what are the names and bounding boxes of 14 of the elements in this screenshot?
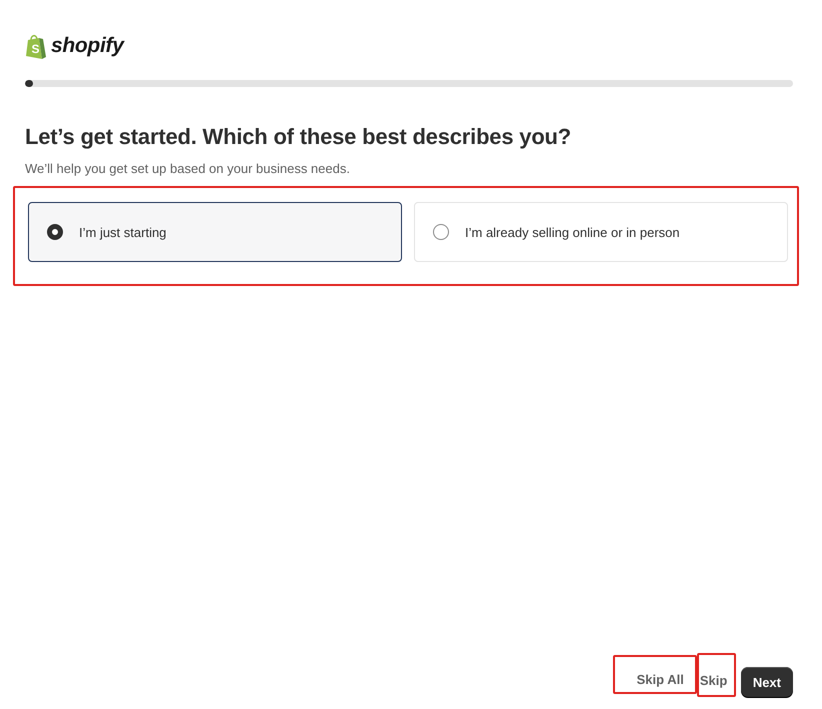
skip-link[interactable]: Skip bbox=[700, 673, 728, 689]
choice-card[interactable]: I’m just starting bbox=[28, 202, 402, 262]
brand-wordmark: shopify bbox=[51, 33, 124, 59]
radio-icon[interactable] bbox=[47, 224, 63, 240]
choice-label: I’m already selling online or in person bbox=[465, 224, 680, 240]
choice-label: I’m just starting bbox=[79, 224, 166, 240]
page-heading: Let’s get started. Which of these best describes you? bbox=[25, 123, 572, 151]
shopping-bag-icon bbox=[25, 34, 47, 58]
logo-letter: S bbox=[30, 42, 40, 56]
skip-link[interactable]: Skip All bbox=[636, 672, 684, 688]
next-button[interactable]: Next bbox=[740, 667, 793, 697]
choice-card[interactable]: I’m already selling online or in person bbox=[414, 202, 788, 262]
radio-icon[interactable] bbox=[433, 224, 449, 240]
page-subheading: We’ll help you get set up based on your business needs. bbox=[25, 161, 351, 177]
